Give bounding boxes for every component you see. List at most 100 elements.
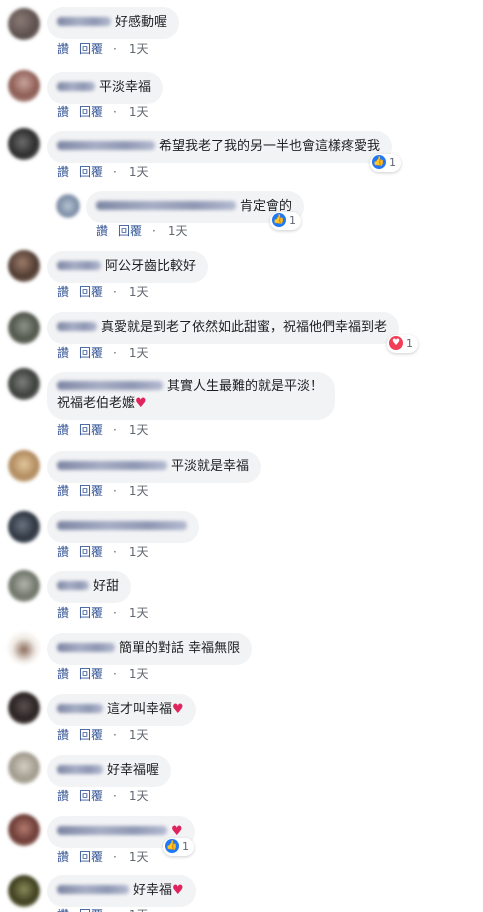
heart-icon: [135, 396, 147, 411]
reply-button[interactable]: 回覆: [79, 850, 103, 864]
reply-button[interactable]: 回覆: [79, 42, 103, 56]
avatar[interactable]: [8, 128, 40, 160]
reply-button[interactable]: 回覆: [79, 545, 103, 559]
avatar[interactable]: [8, 692, 40, 724]
commenter-name[interactable]: [57, 521, 187, 530]
reply-button[interactable]: 回覆: [118, 224, 142, 238]
reaction-count[interactable]: 👍 1: [270, 212, 301, 230]
like-button[interactable]: 讚: [57, 545, 69, 559]
reply-button[interactable]: 回覆: [79, 789, 103, 803]
commenter-name[interactable]: [57, 17, 111, 26]
comment-text: 平淡就是幸福: [171, 459, 250, 474]
timestamp[interactable]: 1天: [129, 667, 149, 681]
timestamp[interactable]: 1天: [129, 165, 149, 179]
like-button[interactable]: 讚: [57, 606, 69, 620]
reply-button[interactable]: 回覆: [79, 728, 103, 742]
commenter-name[interactable]: [57, 826, 167, 835]
timestamp[interactable]: 1天: [129, 908, 149, 912]
comment-text: 希望我老了我的另一半也會這樣疼愛我: [159, 139, 381, 154]
reaction-count[interactable]: 👍 1: [163, 838, 194, 856]
like-button[interactable]: 讚: [57, 105, 69, 119]
timestamp[interactable]: 1天: [129, 728, 149, 742]
timestamp[interactable]: 1天: [129, 789, 149, 803]
avatar[interactable]: [8, 70, 40, 102]
avatar[interactable]: [8, 312, 40, 344]
reply-button[interactable]: 回覆: [79, 285, 103, 299]
commenter-name[interactable]: [57, 461, 167, 470]
avatar[interactable]: [8, 875, 40, 907]
commenter-name[interactable]: [57, 704, 103, 713]
avatar[interactable]: [8, 8, 40, 40]
avatar[interactable]: [56, 194, 80, 218]
reply-button[interactable]: 回覆: [79, 165, 103, 179]
timestamp[interactable]: 1天: [129, 105, 149, 119]
timestamp[interactable]: 1天: [129, 285, 149, 299]
reply-button[interactable]: 回覆: [79, 423, 103, 437]
avatar[interactable]: [8, 450, 40, 482]
comment-text: 其實人生最難的就是平淡！: [167, 379, 324, 394]
like-button[interactable]: 讚: [57, 346, 69, 360]
reaction-count[interactable]: ♥ 1: [387, 335, 418, 353]
timestamp[interactable]: 1天: [168, 224, 188, 238]
commenter-name[interactable]: [57, 381, 163, 390]
avatar[interactable]: [8, 570, 40, 602]
commenter-name[interactable]: [57, 82, 95, 91]
comment-actions: 讚回覆·1天: [57, 163, 159, 180]
like-button[interactable]: 讚: [57, 285, 69, 299]
timestamp[interactable]: 1天: [129, 423, 149, 437]
timestamp[interactable]: 1天: [129, 42, 149, 56]
reply-button[interactable]: 回覆: [79, 346, 103, 360]
like-button[interactable]: 讚: [57, 484, 69, 498]
comment-actions: 讚回覆·1天: [96, 222, 198, 239]
comment-bubble: 這才叫幸福: [47, 694, 196, 726]
commenter-name[interactable]: [57, 261, 101, 270]
comment-bubble: 好甜: [47, 571, 132, 603]
separator: ·: [113, 728, 117, 742]
commenter-name[interactable]: [57, 141, 155, 150]
comment-list: 好感動喔 讚回覆 · 1天 平淡幸福 讚回覆 · 1天 希望我老了我的另一半也會這樣疼愛…: [0, 0, 483, 912]
avatar[interactable]: [8, 632, 40, 664]
timestamp[interactable]: 1天: [129, 606, 149, 620]
comment-actions: 讚回覆·1天: [57, 482, 159, 499]
comment-text: 這才叫幸福: [107, 702, 173, 717]
reaction-count[interactable]: 👍 1: [370, 154, 401, 172]
like-button[interactable]: 讚: [96, 224, 108, 238]
like-button[interactable]: 讚: [57, 728, 69, 742]
reply-button[interactable]: 回覆: [79, 667, 103, 681]
comment-actions: 讚回覆·1天: [57, 906, 159, 912]
separator: ·: [113, 423, 117, 437]
timestamp[interactable]: 1天: [129, 346, 149, 360]
like-button[interactable]: 讚: [57, 789, 69, 803]
separator: ·: [113, 545, 117, 559]
avatar[interactable]: [8, 752, 40, 784]
comment-bubble: 希望我老了我的另一半也會這樣疼愛我: [47, 131, 393, 163]
avatar[interactable]: [8, 250, 40, 282]
comment-bubble: 平淡就是幸福: [47, 451, 262, 483]
commenter-name[interactable]: [57, 581, 89, 590]
commenter-name[interactable]: [96, 201, 236, 210]
commenter-name[interactable]: [57, 765, 103, 774]
commenter-name[interactable]: [57, 885, 129, 894]
timestamp[interactable]: 1天: [129, 850, 149, 864]
like-button[interactable]: 讚: [57, 423, 69, 437]
like-button[interactable]: 讚: [57, 42, 69, 56]
comment-text: 好甜: [93, 579, 120, 594]
timestamp[interactable]: 1天: [129, 484, 149, 498]
comment-bubble: 簡單的對話 幸福無限: [47, 633, 253, 665]
reply-button[interactable]: 回覆: [79, 606, 103, 620]
avatar[interactable]: [8, 511, 40, 543]
avatar[interactable]: [8, 814, 40, 846]
comment-text: 阿公牙齒比較好: [105, 259, 197, 274]
commenter-name[interactable]: [57, 322, 97, 331]
timestamp[interactable]: 1天: [129, 545, 149, 559]
like-button[interactable]: 讚: [57, 850, 69, 864]
separator: ·: [113, 105, 117, 119]
like-button[interactable]: 讚: [57, 908, 69, 912]
reply-button[interactable]: 回覆: [79, 105, 103, 119]
reply-button[interactable]: 回覆: [79, 484, 103, 498]
like-button[interactable]: 讚: [57, 667, 69, 681]
commenter-name[interactable]: [57, 643, 115, 652]
avatar[interactable]: [8, 368, 40, 400]
reply-button[interactable]: 回覆: [79, 908, 103, 912]
like-button[interactable]: 讚: [57, 165, 69, 179]
